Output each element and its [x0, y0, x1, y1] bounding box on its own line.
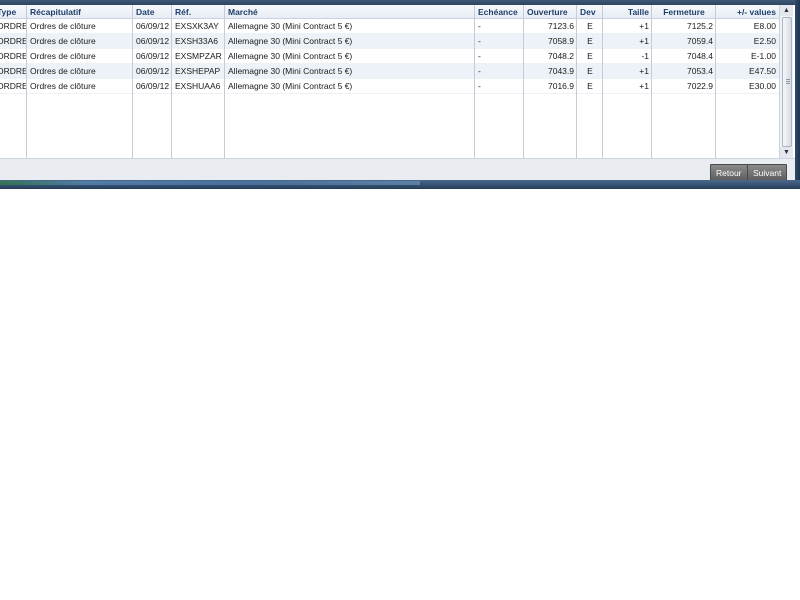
- cell-currency: E: [577, 18, 603, 34]
- cell-date: 06/09/12: [133, 33, 172, 49]
- cell-size: +1: [603, 18, 652, 34]
- panel-footer: Retour Suivant: [0, 158, 795, 182]
- cell-close: 7125.2: [652, 18, 716, 34]
- thumb-grip: [786, 83, 790, 84]
- column-divider: [576, 5, 577, 158]
- window-frame-bottom: [0, 180, 800, 189]
- cell-open: 7043.9: [524, 63, 577, 79]
- cell-market: Allemagne 30 (Mini Contract 5 €): [225, 63, 475, 79]
- cell-type: ORDRE: [0, 33, 27, 49]
- cell-close: 7048.4: [652, 48, 716, 64]
- cell-market: Allemagne 30 (Mini Contract 5 €): [225, 48, 475, 64]
- cell-summary: Ordres de clôture: [27, 48, 133, 64]
- cell-currency: E: [577, 48, 603, 64]
- cell-expiry: -: [475, 48, 524, 64]
- col-header-date[interactable]: Date: [133, 5, 172, 19]
- cell-summary: Ordres de clôture: [27, 63, 133, 79]
- col-header-open[interactable]: Ouverture: [524, 5, 577, 19]
- table-header-row: Type Récapitulatif Date Réf. Marché Eché…: [0, 5, 779, 19]
- thumb-grip: [786, 79, 790, 80]
- table-row[interactable]: ORDREOrdres de clôture06/09/12EXSXK3AYAl…: [0, 18, 779, 34]
- column-divider: [26, 5, 27, 158]
- cell-size: +1: [603, 63, 652, 79]
- cell-ref: EXSH33A6: [172, 33, 225, 49]
- col-header-currency[interactable]: Dev: [577, 5, 603, 19]
- orders-grid: Type Récapitulatif Date Réf. Marché Eché…: [0, 5, 779, 158]
- col-header-size[interactable]: Taille: [603, 5, 652, 19]
- cell-market: Allemagne 30 (Mini Contract 5 €): [225, 33, 475, 49]
- cell-pnl: E30.00: [716, 78, 779, 94]
- column-divider: [651, 5, 652, 158]
- col-header-ref[interactable]: Réf.: [172, 5, 225, 19]
- cell-summary: Ordres de clôture: [27, 33, 133, 49]
- cell-market: Allemagne 30 (Mini Contract 5 €): [225, 78, 475, 94]
- cell-open: 7123.6: [524, 18, 577, 34]
- cell-summary: Ordres de clôture: [27, 18, 133, 34]
- cell-close: 7059.4: [652, 33, 716, 49]
- cell-expiry: -: [475, 33, 524, 49]
- cell-size: +1: [603, 78, 652, 94]
- column-divider: [224, 5, 225, 158]
- col-header-pnl[interactable]: +/- values: [716, 5, 779, 19]
- background-taskbar-strip: [0, 181, 420, 185]
- cell-currency: E: [577, 78, 603, 94]
- table-row[interactable]: ORDREOrdres de clôture06/09/12EXSMPZARAl…: [0, 48, 779, 64]
- cell-expiry: -: [475, 63, 524, 79]
- cell-ref: EXSMPZAR: [172, 48, 225, 64]
- orders-table: Type Récapitulatif Date Réf. Marché Eché…: [0, 5, 779, 94]
- cell-date: 06/09/12: [133, 78, 172, 94]
- vertical-scrollbar[interactable]: ▲ ▼: [779, 5, 793, 158]
- cell-currency: E: [577, 33, 603, 49]
- window-frame-right: [795, 0, 800, 188]
- cell-ref: EXSXK3AY: [172, 18, 225, 34]
- cell-currency: E: [577, 63, 603, 79]
- column-divider: [523, 5, 524, 158]
- column-divider: [171, 5, 172, 158]
- scroll-thumb[interactable]: [782, 17, 792, 147]
- cell-pnl: E2.50: [716, 33, 779, 49]
- col-header-expiry[interactable]: Echéance: [475, 5, 524, 19]
- cell-pnl: E8.00: [716, 18, 779, 34]
- scroll-up-icon[interactable]: ▲: [780, 5, 793, 16]
- cell-pnl: E-1.00: [716, 48, 779, 64]
- col-header-market[interactable]: Marché: [225, 5, 475, 19]
- cell-type: ORDRE: [0, 18, 27, 34]
- cell-expiry: -: [475, 18, 524, 34]
- cell-open: 7058.9: [524, 33, 577, 49]
- cell-date: 06/09/12: [133, 63, 172, 79]
- column-divider: [602, 5, 603, 158]
- cell-pnl: E47.50: [716, 63, 779, 79]
- cell-type: ORDRE: [0, 63, 27, 79]
- cell-close: 7022.9: [652, 78, 716, 94]
- column-divider: [474, 5, 475, 158]
- cell-size: +1: [603, 33, 652, 49]
- table-row[interactable]: ORDREOrdres de clôture06/09/12EXSHEPAPAl…: [0, 63, 779, 79]
- cell-expiry: -: [475, 78, 524, 94]
- col-header-type[interactable]: Type: [0, 5, 27, 19]
- col-header-close[interactable]: Fermeture: [652, 5, 716, 19]
- cell-type: ORDRE: [0, 48, 27, 64]
- cell-size: -1: [603, 48, 652, 64]
- table-row[interactable]: ORDREOrdres de clôture06/09/12EXSHUAA6Al…: [0, 78, 779, 94]
- cell-ref: EXSHUAA6: [172, 78, 225, 94]
- cell-date: 06/09/12: [133, 18, 172, 34]
- table-row[interactable]: ORDREOrdres de clôture06/09/12EXSH33A6Al…: [0, 33, 779, 49]
- cell-summary: Ordres de clôture: [27, 78, 133, 94]
- thumb-grip: [786, 81, 790, 82]
- cell-date: 06/09/12: [133, 48, 172, 64]
- cell-open: 7048.2: [524, 48, 577, 64]
- scroll-down-icon[interactable]: ▼: [780, 147, 793, 158]
- cell-open: 7016.9: [524, 78, 577, 94]
- history-panel: Type Récapitulatif Date Réf. Marché Eché…: [0, 5, 795, 182]
- col-header-summary[interactable]: Récapitulatif: [27, 5, 133, 19]
- cell-close: 7053.4: [652, 63, 716, 79]
- cell-ref: EXSHEPAP: [172, 63, 225, 79]
- column-divider: [132, 5, 133, 158]
- column-divider: [715, 5, 716, 158]
- cell-market: Allemagne 30 (Mini Contract 5 €): [225, 18, 475, 34]
- cell-type: ORDRE: [0, 78, 27, 94]
